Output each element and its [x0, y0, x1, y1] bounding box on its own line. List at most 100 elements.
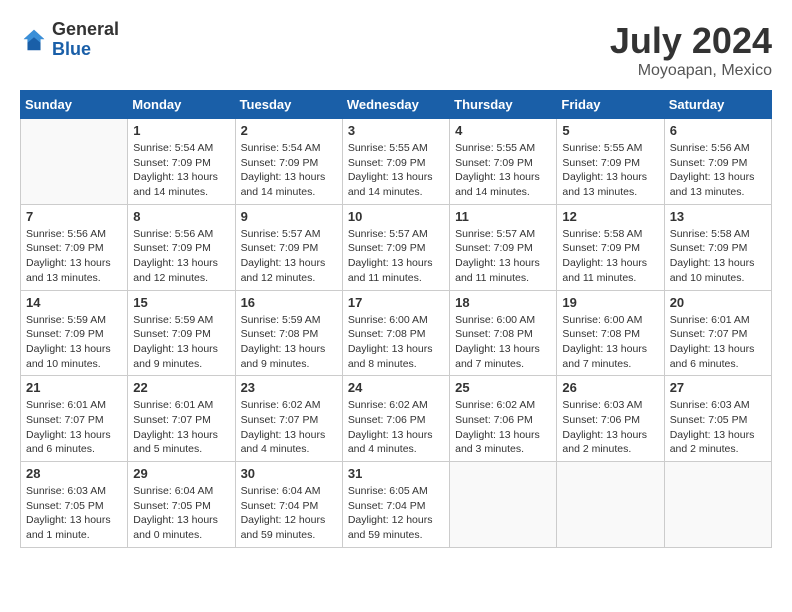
day-number: 4: [455, 123, 551, 138]
calendar-cell: 23Sunrise: 6:02 AMSunset: 7:07 PMDayligh…: [235, 376, 342, 462]
col-monday: Monday: [128, 91, 235, 119]
calendar-cell: 30 Sunrise: 6:04 AMSunset: 7:04 PMDayligh…: [235, 462, 342, 548]
day-info: Sunrise: 5:55 AMSunset: 7:09 PMDaylight:…: [348, 141, 444, 200]
calendar-cell: 22 Sunrise: 6:01 AMSunset: 7:07 PMDayligh…: [128, 376, 235, 462]
title-block: July 2024 Moyoapan, Mexico: [610, 20, 772, 80]
calendar-week-4: 21 Sunrise: 6:01 AMSunset: 7:07 PMDayligh…: [21, 376, 772, 462]
day-info: Sunrise: 5:57 AMSunset: 7:09 PMDaylight:…: [348, 227, 444, 286]
calendar-cell: 19 Sunrise: 6:00 AMSunset: 7:08 PMDayligh…: [557, 290, 664, 376]
day-number: 30: [241, 466, 337, 481]
day-info: Sunrise: 6:01 AMSunset: 7:07 PMDaylight:…: [133, 398, 229, 457]
day-number: 20: [670, 295, 766, 310]
day-number: 17: [348, 295, 444, 310]
calendar-cell: 18Sunrise: 6:00 AMSunset: 7:08 PMDayligh…: [450, 290, 557, 376]
calendar-cell: 24Sunrise: 6:02 AMSunset: 7:06 PMDayligh…: [342, 376, 449, 462]
day-info: Sunrise: 5:59 AMSunset: 7:09 PMDaylight:…: [26, 313, 122, 372]
page-header: General Blue July 2024 Moyoapan, Mexico: [20, 20, 772, 80]
day-info: Sunrise: 5:58 AMSunset: 7:09 PMDaylight:…: [562, 227, 658, 286]
calendar-cell: 11 Sunrise: 5:57 AMSunset: 7:09 PMDayligh…: [450, 204, 557, 290]
calendar-cell: 28Sunrise: 6:03 AMSunset: 7:05 PMDayligh…: [21, 462, 128, 548]
day-number: 13: [670, 209, 766, 224]
col-tuesday: Tuesday: [235, 91, 342, 119]
day-number: 2: [241, 123, 337, 138]
day-number: 29: [133, 466, 229, 481]
calendar-cell: 13 Sunrise: 5:58 AMSunset: 7:09 PMDayligh…: [664, 204, 771, 290]
day-number: 25: [455, 380, 551, 395]
calendar-cell: 26 Sunrise: 6:03 AMSunset: 7:06 PMDayligh…: [557, 376, 664, 462]
day-number: 15: [133, 295, 229, 310]
logo-blue-text: Blue: [52, 40, 119, 60]
calendar-cell: 7Sunrise: 5:56 AMSunset: 7:09 PMDaylight…: [21, 204, 128, 290]
calendar-cell: 9 Sunrise: 5:57 AMSunset: 7:09 PMDaylight…: [235, 204, 342, 290]
calendar-cell: 17 Sunrise: 6:00 AMSunset: 7:08 PMDayligh…: [342, 290, 449, 376]
day-number: 23: [241, 380, 337, 395]
day-info: Sunrise: 5:55 AMSunset: 7:09 PMDaylight:…: [455, 141, 551, 200]
calendar-cell: 4 Sunrise: 5:55 AMSunset: 7:09 PMDaylight…: [450, 119, 557, 205]
calendar-cell: 25Sunrise: 6:02 AMSunset: 7:06 PMDayligh…: [450, 376, 557, 462]
day-info: Sunrise: 5:54 AMSunset: 7:09 PMDaylight:…: [133, 141, 229, 200]
logo[interactable]: General Blue: [20, 20, 119, 60]
day-info: Sunrise: 6:00 AMSunset: 7:08 PMDaylight:…: [562, 313, 658, 372]
day-number: 22: [133, 380, 229, 395]
day-number: 26: [562, 380, 658, 395]
day-number: 11: [455, 209, 551, 224]
day-number: 1: [133, 123, 229, 138]
day-info: Sunrise: 6:03 AMSunset: 7:05 PMDaylight:…: [670, 398, 766, 457]
col-wednesday: Wednesday: [342, 91, 449, 119]
day-info: Sunrise: 6:04 AMSunset: 7:05 PMDaylight:…: [133, 484, 229, 543]
day-number: 16: [241, 295, 337, 310]
day-number: 31: [348, 466, 444, 481]
day-info: Sunrise: 5:55 AMSunset: 7:09 PMDaylight:…: [562, 141, 658, 200]
col-sunday: Sunday: [21, 91, 128, 119]
day-info: Sunrise: 5:57 AMSunset: 7:09 PMDaylight:…: [241, 227, 337, 286]
calendar-cell: 16 Sunrise: 5:59 AMSunset: 7:08 PMDayligh…: [235, 290, 342, 376]
calendar-cell: 31 Sunrise: 6:05 AMSunset: 7:04 PMDayligh…: [342, 462, 449, 548]
calendar-week-2: 7Sunrise: 5:56 AMSunset: 7:09 PMDaylight…: [21, 204, 772, 290]
day-info: Sunrise: 5:56 AMSunset: 7:09 PMDaylight:…: [670, 141, 766, 200]
calendar-cell: 8 Sunrise: 5:56 AMSunset: 7:09 PMDaylight…: [128, 204, 235, 290]
calendar-cell: 21 Sunrise: 6:01 AMSunset: 7:07 PMDayligh…: [21, 376, 128, 462]
day-info: Sunrise: 6:01 AMSunset: 7:07 PMDaylight:…: [26, 398, 122, 457]
calendar-week-5: 28Sunrise: 6:03 AMSunset: 7:05 PMDayligh…: [21, 462, 772, 548]
day-number: 21: [26, 380, 122, 395]
calendar-cell: 14Sunrise: 5:59 AMSunset: 7:09 PMDayligh…: [21, 290, 128, 376]
day-number: 8: [133, 209, 229, 224]
day-number: 27: [670, 380, 766, 395]
day-info: Sunrise: 5:56 AMSunset: 7:09 PMDaylight:…: [26, 227, 122, 286]
calendar-cell: [450, 462, 557, 548]
day-number: 10: [348, 209, 444, 224]
calendar-cell: 10 Sunrise: 5:57 AMSunset: 7:09 PMDayligh…: [342, 204, 449, 290]
logo-icon: [20, 26, 48, 54]
day-info: Sunrise: 6:04 AMSunset: 7:04 PMDaylight:…: [241, 484, 337, 543]
day-number: 12: [562, 209, 658, 224]
calendar-table: Sunday Monday Tuesday Wednesday Thursday…: [20, 90, 772, 548]
day-number: 3: [348, 123, 444, 138]
day-info: Sunrise: 5:54 AMSunset: 7:09 PMDaylight:…: [241, 141, 337, 200]
day-number: 24: [348, 380, 444, 395]
day-info: Sunrise: 6:05 AMSunset: 7:04 PMDaylight:…: [348, 484, 444, 543]
calendar-cell: 1 Sunrise: 5:54 AMSunset: 7:09 PMDaylight…: [128, 119, 235, 205]
calendar-cell: 12 Sunrise: 5:58 AMSunset: 7:09 PMDayligh…: [557, 204, 664, 290]
calendar-header-row: Sunday Monday Tuesday Wednesday Thursday…: [21, 91, 772, 119]
calendar-cell: 2 Sunrise: 5:54 AMSunset: 7:09 PMDaylight…: [235, 119, 342, 205]
day-info: Sunrise: 5:58 AMSunset: 7:09 PMDaylight:…: [670, 227, 766, 286]
day-number: 5: [562, 123, 658, 138]
day-number: 19: [562, 295, 658, 310]
calendar-title: July 2024: [610, 20, 772, 62]
calendar-cell: 15Sunrise: 5:59 AMSunset: 7:09 PMDayligh…: [128, 290, 235, 376]
day-number: 18: [455, 295, 551, 310]
day-info: Sunrise: 5:59 AMSunset: 7:08 PMDaylight:…: [241, 313, 337, 372]
calendar-cell: 20 Sunrise: 6:01 AMSunset: 7:07 PMDayligh…: [664, 290, 771, 376]
day-number: 9: [241, 209, 337, 224]
day-info: Sunrise: 6:03 AMSunset: 7:06 PMDaylight:…: [562, 398, 658, 457]
day-info: Sunrise: 5:57 AMSunset: 7:09 PMDaylight:…: [455, 227, 551, 286]
day-info: Sunrise: 6:00 AMSunset: 7:08 PMDaylight:…: [348, 313, 444, 372]
col-friday: Friday: [557, 91, 664, 119]
calendar-week-3: 14Sunrise: 5:59 AMSunset: 7:09 PMDayligh…: [21, 290, 772, 376]
day-info: Sunrise: 6:01 AMSunset: 7:07 PMDaylight:…: [670, 313, 766, 372]
calendar-cell: [21, 119, 128, 205]
calendar-cell: 29 Sunrise: 6:04 AMSunset: 7:05 PMDayligh…: [128, 462, 235, 548]
day-info: Sunrise: 5:56 AMSunset: 7:09 PMDaylight:…: [133, 227, 229, 286]
calendar-location: Moyoapan, Mexico: [610, 62, 772, 80]
col-thursday: Thursday: [450, 91, 557, 119]
